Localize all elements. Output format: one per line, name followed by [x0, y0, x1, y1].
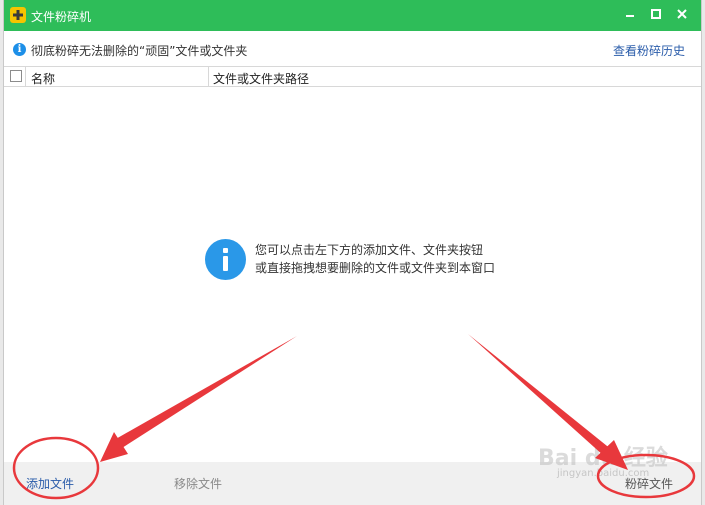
shredder-app-icon [10, 7, 26, 23]
title-bar[interactable]: 文件粉碎机 [4, 0, 701, 31]
minimize-button[interactable] [619, 5, 641, 25]
remove-file-button[interactable]: 移除文件 [174, 475, 222, 492]
close-icon [677, 9, 687, 19]
select-all-checkbox[interactable] [10, 70, 22, 82]
info-description: 彻底粉碎无法删除的“顽固”文件或文件夹 [31, 44, 248, 58]
watermark-url: jingyan.baidu.com [557, 468, 650, 479]
column-header-name[interactable]: 名称 [31, 70, 55, 87]
info-icon [205, 239, 246, 280]
column-header-path[interactable]: 文件或文件夹路径 [213, 70, 309, 87]
empty-hint-line-1: 您可以点击左下方的添加文件、文件夹按钮 [255, 243, 484, 257]
view-history-link[interactable]: 查看粉碎历史 [613, 42, 685, 59]
file-table-header: 名称 文件或文件夹路径 [4, 66, 701, 87]
window-title: 文件粉碎机 [31, 10, 92, 24]
empty-hint-line-2: 或直接拖拽想要删除的文件或文件夹到本窗口 [255, 261, 496, 275]
minimize-icon [626, 15, 634, 17]
file-shredder-window: 文件粉碎机 i 彻底粉碎无法删除的“顽固”文件或文件夹 查看粉碎历史 名称 文件… [3, 0, 702, 505]
maximize-icon [651, 9, 661, 19]
column-divider[interactable] [208, 67, 209, 86]
close-button[interactable] [671, 5, 693, 25]
info-bar: i 彻底粉碎无法删除的“顽固”文件或文件夹 查看粉碎历史 [4, 31, 701, 66]
column-divider [25, 67, 26, 86]
info-icon: i [13, 43, 26, 56]
add-file-button[interactable]: 添加文件 [26, 475, 74, 492]
maximize-button[interactable] [645, 5, 667, 25]
